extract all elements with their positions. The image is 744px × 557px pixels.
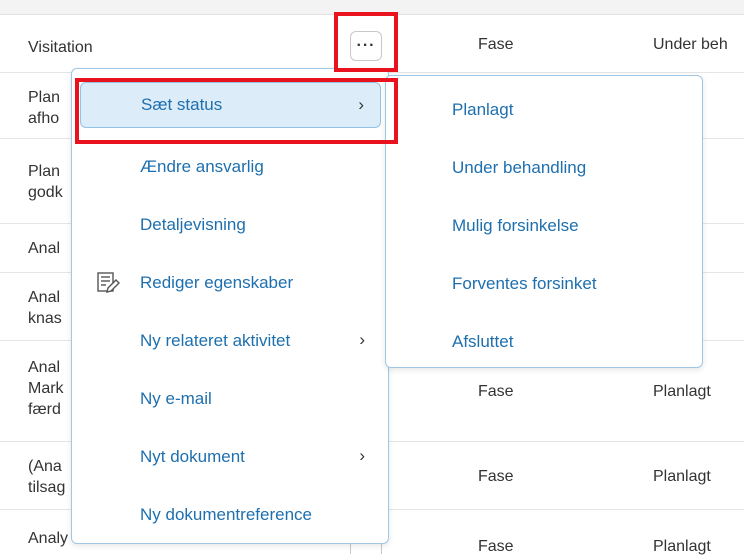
- table-header-strip: [0, 0, 744, 15]
- activity-name: Anal Mark færd: [28, 359, 64, 418]
- menu-item-label: Rediger egenskaber: [140, 273, 294, 292]
- menu-item-label: Sæt status: [141, 95, 223, 114]
- status-option-label: Afsluttet: [452, 332, 514, 351]
- chevron-right-icon: ›: [359, 446, 365, 465]
- status-option-expected-delay[interactable]: Forventes forsinket: [386, 261, 702, 307]
- status-option-in-progress[interactable]: Under behandling: [386, 145, 702, 191]
- activity-name: Visitation: [28, 39, 93, 56]
- activity-type: Fase: [478, 383, 514, 400]
- menu-item-label: Ændre ansvarlig: [140, 157, 264, 176]
- status-option-label: Under behandling: [452, 158, 587, 177]
- activity-status: Planlagt: [653, 383, 711, 400]
- activity-status: Under beh: [653, 36, 728, 53]
- status-option-completed[interactable]: Afsluttet: [386, 319, 702, 365]
- menu-item-change-owner[interactable]: Ændre ansvarlig: [80, 144, 381, 190]
- activity-name: (Ana tilsag: [28, 458, 66, 496]
- menu-item-new-email[interactable]: Ny e-mail: [80, 376, 381, 422]
- more-options-icon: ···: [356, 37, 376, 54]
- menu-item-label: Ny relateret aktivitet: [140, 331, 291, 350]
- activity-name: Anal knas: [28, 289, 62, 327]
- activity-type: Fase: [478, 468, 514, 485]
- activity-name: Anal: [28, 240, 61, 257]
- status-option-possible-delay[interactable]: Mulig forsinkelse: [386, 203, 702, 249]
- activity-name: Plan afho: [28, 89, 61, 127]
- activity-type: Fase: [478, 36, 514, 53]
- chevron-right-icon: ›: [358, 95, 364, 114]
- menu-item-label: Ny e-mail: [140, 389, 212, 408]
- status-option-label: Forventes forsinket: [452, 274, 597, 293]
- menu-item-label: Detaljevisning: [140, 215, 246, 234]
- menu-item-edit-properties[interactable]: Rediger egenskaber: [80, 260, 381, 306]
- menu-item-new-related-activity[interactable]: Ny relateret aktivitet ›: [80, 318, 381, 364]
- edit-properties-icon: [97, 272, 120, 293]
- activity-status: Planlagt: [653, 468, 711, 485]
- menu-item-set-status[interactable]: Sæt status ›: [80, 82, 381, 128]
- menu-item-new-document[interactable]: Nyt dokument ›: [80, 434, 381, 480]
- context-menu: Sæt status › Ændre ansvarlig Detaljevisn…: [71, 68, 389, 544]
- status-option-label: Mulig forsinkelse: [452, 216, 579, 235]
- menu-item-detail-view[interactable]: Detaljevisning: [80, 202, 381, 248]
- activity-name: Plan godk: [28, 163, 63, 201]
- activity-name: Analy: [28, 530, 69, 547]
- chevron-right-icon: ›: [359, 330, 365, 349]
- menu-item-new-document-reference[interactable]: Ny dokumentreference: [80, 492, 381, 538]
- row-more-button[interactable]: ···: [350, 31, 382, 61]
- status-submenu: Planlagt Under behandling Mulig forsinke…: [385, 75, 703, 368]
- menu-item-label: Nyt dokument: [140, 447, 245, 466]
- status-option-label: Planlagt: [452, 100, 514, 119]
- status-option-planned[interactable]: Planlagt: [386, 87, 702, 133]
- menu-item-label: Ny dokumentreference: [140, 505, 312, 524]
